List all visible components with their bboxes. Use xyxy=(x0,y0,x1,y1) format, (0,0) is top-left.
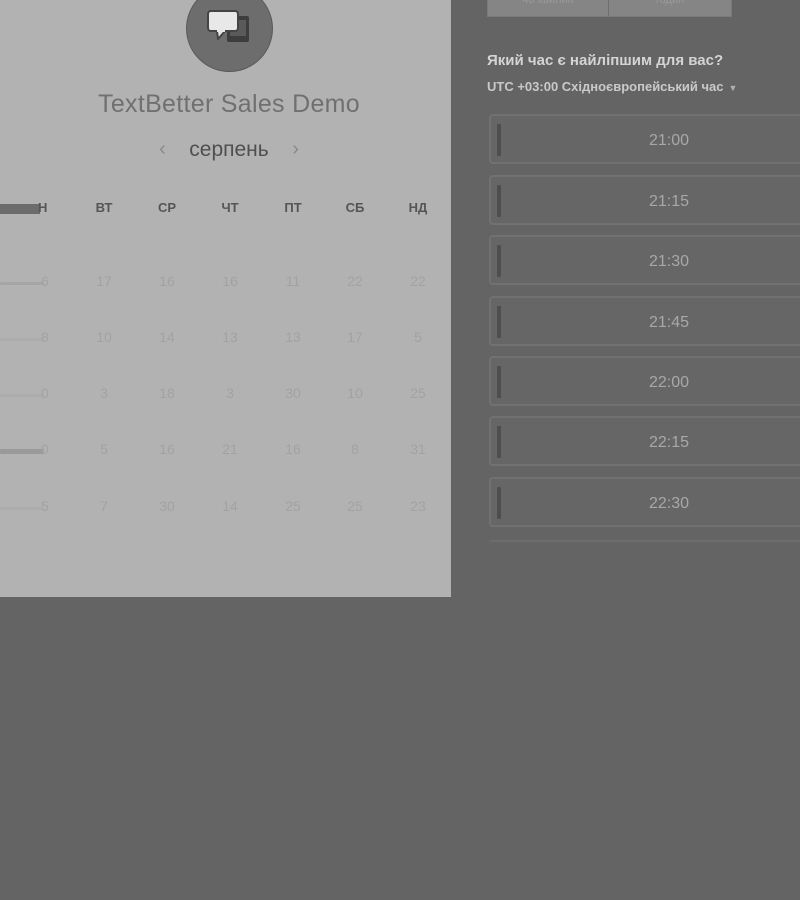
calendar-panel: TextBetter Sales Demo ‹ серпень › Н ВТ С… xyxy=(0,0,451,597)
timezone-label: UTC +03:00 Східноєвропейський час xyxy=(487,79,724,94)
page-title: TextBetter Sales Demo xyxy=(98,90,360,118)
calendar-day[interactable]: 5 xyxy=(84,441,124,457)
calendar-day[interactable]: 11 xyxy=(273,273,313,289)
calendar-week: 8 10 14 13 13 17 5 xyxy=(0,329,451,349)
caret-down-icon: ▼ xyxy=(728,83,738,93)
calendar-day[interactable]: 6 xyxy=(0,273,50,293)
calendar-day[interactable]: 16 xyxy=(147,441,187,457)
company-logo xyxy=(186,0,273,72)
calendar-day[interactable]: 25 xyxy=(335,498,375,514)
tab-duration-hours[interactable]: годин xyxy=(609,0,731,16)
calendar-day[interactable]: 18 xyxy=(147,385,187,401)
calendar-day[interactable]: 23 xyxy=(398,498,438,514)
calendar-day[interactable]: 3 xyxy=(84,385,124,401)
calendar-week: 5 7 30 14 25 25 23 xyxy=(0,498,451,518)
calendar-day[interactable]: 30 xyxy=(273,385,313,401)
calendar-day[interactable]: 10 xyxy=(84,329,124,345)
time-slot-partial xyxy=(489,540,800,548)
calendar-week: 0 5 16 21 16 8 31 xyxy=(0,441,451,461)
time-panel: 40 хвилин годин Який час є найліпшим для… xyxy=(451,0,800,597)
month-navigation: ‹ серпень › xyxy=(0,138,451,162)
calendar-day[interactable]: 16 xyxy=(273,441,313,457)
calendar-day[interactable]: 14 xyxy=(210,498,250,514)
calendar-day[interactable]: 7 xyxy=(84,498,124,514)
calendar-day[interactable]: 5 xyxy=(0,498,50,518)
chevron-left-icon[interactable]: ‹ xyxy=(151,138,173,161)
time-slot-button[interactable]: 21:15 xyxy=(489,175,800,225)
calendar-day[interactable]: 8 xyxy=(0,329,50,349)
weekday-header: Н ВТ СР ЧТ ПТ СБ НД xyxy=(0,200,451,220)
calendar-day[interactable]: 16 xyxy=(210,273,250,289)
calendar-day[interactable]: 16 xyxy=(147,273,187,289)
calendar-day[interactable]: 0 xyxy=(0,441,50,461)
weekday-wednesday: СР xyxy=(157,200,177,215)
calendar-day[interactable]: 13 xyxy=(273,329,313,345)
calendar-day[interactable]: 5 xyxy=(398,329,438,345)
calendar-day[interactable]: 22 xyxy=(335,273,375,289)
calendar-day[interactable]: 21 xyxy=(210,441,250,457)
calendar-day[interactable]: 25 xyxy=(398,385,438,401)
weekday-highlight xyxy=(0,204,40,214)
time-slot-button[interactable]: 22:15 xyxy=(489,416,800,466)
month-label: серпень xyxy=(189,138,269,161)
time-slot-button[interactable]: 21:00 xyxy=(489,114,800,164)
calendar-day[interactable]: 13 xyxy=(210,329,250,345)
calendar-day[interactable]: 8 xyxy=(335,441,375,457)
calendar-week: 0 3 18 3 30 10 25 xyxy=(0,385,451,405)
calendar-day[interactable]: 25 xyxy=(273,498,313,514)
calendar-day[interactable]: 22 xyxy=(398,273,438,289)
time-slot-button[interactable]: 21:30 xyxy=(489,235,800,285)
time-slot-button[interactable]: 21:45 xyxy=(489,296,800,346)
chat-devices-icon xyxy=(207,10,249,42)
calendar-day[interactable]: 30 xyxy=(147,498,187,514)
weekday-thursday: ЧТ xyxy=(221,200,239,215)
calendar-day[interactable]: 3 xyxy=(210,385,250,401)
calendar-week: 6 17 16 16 11 22 22 xyxy=(0,273,451,293)
calendar-day[interactable]: 14 xyxy=(147,329,187,345)
weekday-friday: ПТ xyxy=(284,200,302,215)
time-slot-button[interactable]: 22:30 xyxy=(489,477,800,527)
weekday-tuesday: ВТ xyxy=(95,200,113,215)
tab-duration-40[interactable]: 40 хвилин xyxy=(488,0,609,16)
calendar-day[interactable]: 17 xyxy=(84,273,124,289)
timezone-select[interactable]: UTC +03:00 Східноєвропейський час ▼ xyxy=(487,79,737,94)
calendar-day[interactable]: 0 xyxy=(0,385,50,405)
time-question: Який час є найліпшим для вас? xyxy=(487,52,724,69)
calendar-day[interactable]: 17 xyxy=(335,329,375,345)
time-slot-button[interactable]: 22:00 xyxy=(489,356,800,406)
weekday-saturday: СБ xyxy=(345,200,365,215)
calendar-day[interactable]: 31 xyxy=(398,441,438,457)
chevron-right-icon[interactable]: › xyxy=(285,138,307,161)
duration-tabs: 40 хвилин годин xyxy=(487,0,732,17)
weekday-sunday: НД xyxy=(408,200,428,215)
calendar-day[interactable]: 10 xyxy=(335,385,375,401)
weekday-monday: Н xyxy=(0,200,47,215)
